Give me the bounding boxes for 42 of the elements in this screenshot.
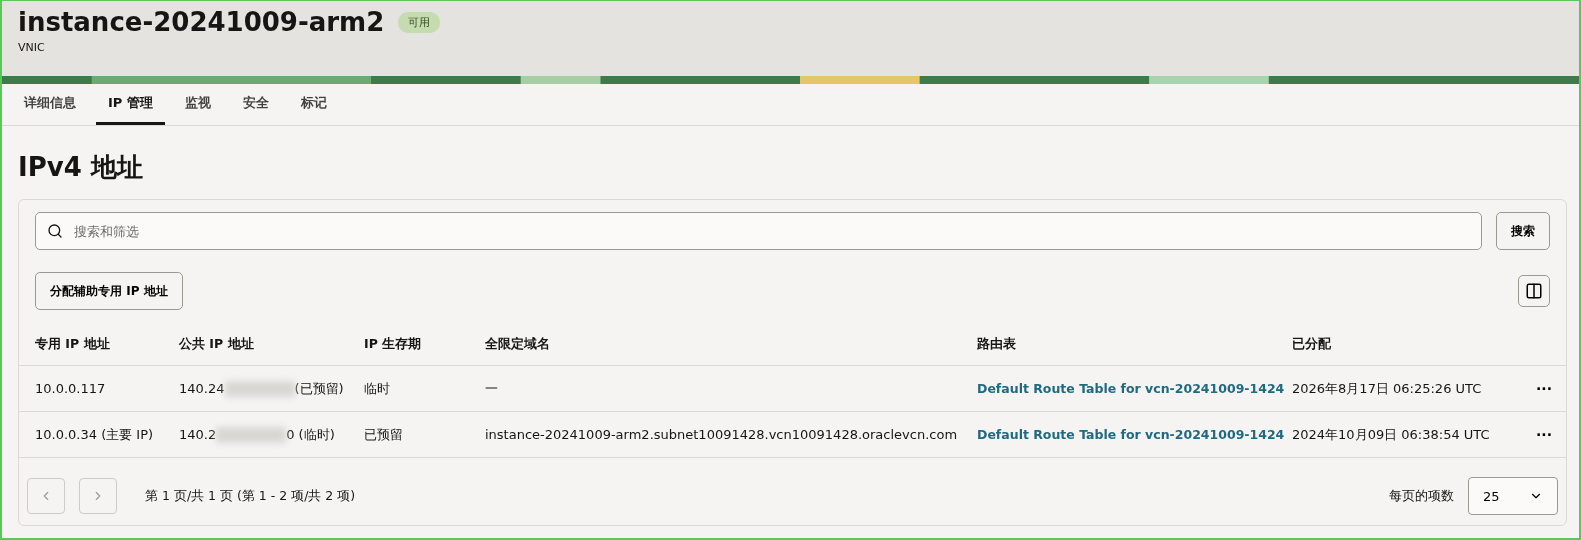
next-page-button[interactable] <box>79 478 117 514</box>
row-actions-button[interactable]: ··· <box>1532 380 1556 397</box>
per-page-select[interactable]: 25 <box>1468 477 1558 515</box>
table-cell: 10.0.0.117 <box>19 366 163 412</box>
search-icon <box>47 223 63 239</box>
per-page-label: 每页的项数 <box>1389 487 1454 505</box>
section-heading: IPv4 地址 <box>17 151 144 184</box>
tab[interactable]: 监视 <box>172 84 223 125</box>
blurred-region <box>224 380 295 397</box>
page-title: instance-20241009-arm2 <box>18 7 385 37</box>
tab[interactable]: IP 管理 <box>96 84 165 125</box>
table-cell: 临时 <box>348 366 469 412</box>
route-table-link[interactable]: Default Route Table for vcn-20241009-1424 <box>977 427 1285 442</box>
columns-icon <box>1525 282 1543 300</box>
page-subtitle: VNIC <box>18 41 46 54</box>
column-header: 公共 IP 地址 <box>163 336 348 366</box>
table-cell: 0 (临时) <box>286 425 335 444</box>
pagination-summary: 第 1 页/共 1 页 (第 1 - 2 项/共 2 项) <box>145 487 356 505</box>
table-cell: 140.24 <box>179 381 225 396</box>
table-cell: 一 <box>469 366 961 412</box>
row-actions-button[interactable]: ··· <box>1532 426 1556 443</box>
status-badge: 可用 <box>398 11 441 33</box>
search-button[interactable]: 搜索 <box>1496 212 1550 250</box>
table-cell: instance-20241009-arm2.subnet10091428.vcn10091428.oraclevcn.com <box>469 412 961 458</box>
previous-page-button[interactable] <box>27 478 65 514</box>
tab[interactable]: 安全 <box>230 84 281 125</box>
column-header: IP 生存期 <box>348 336 469 366</box>
column-header: 专用 IP 地址 <box>19 336 163 366</box>
table-cell: 140.2 <box>179 427 217 442</box>
blurred-region <box>216 426 287 443</box>
assign-ip-button[interactable]: 分配辅助专用 IP 地址 <box>35 272 183 310</box>
column-header: 已分配 <box>1276 336 1516 366</box>
table-cell: (已预留) <box>294 379 344 398</box>
column-header: 全限定域名 <box>469 336 961 366</box>
columns-button[interactable] <box>1518 275 1550 307</box>
tab[interactable]: 标记 <box>288 84 339 125</box>
table-cell: 10.0.0.34 (主要 IP) <box>19 412 163 458</box>
table-cell: 已预留 <box>348 412 469 458</box>
column-header: 路由表 <box>961 336 1276 366</box>
tab[interactable]: 详细信息 <box>12 84 88 125</box>
search-field[interactable]: 搜索和筛选 <box>35 212 1482 250</box>
route-table-link[interactable]: Default Route Table for vcn-20241009-1424 <box>977 381 1285 396</box>
